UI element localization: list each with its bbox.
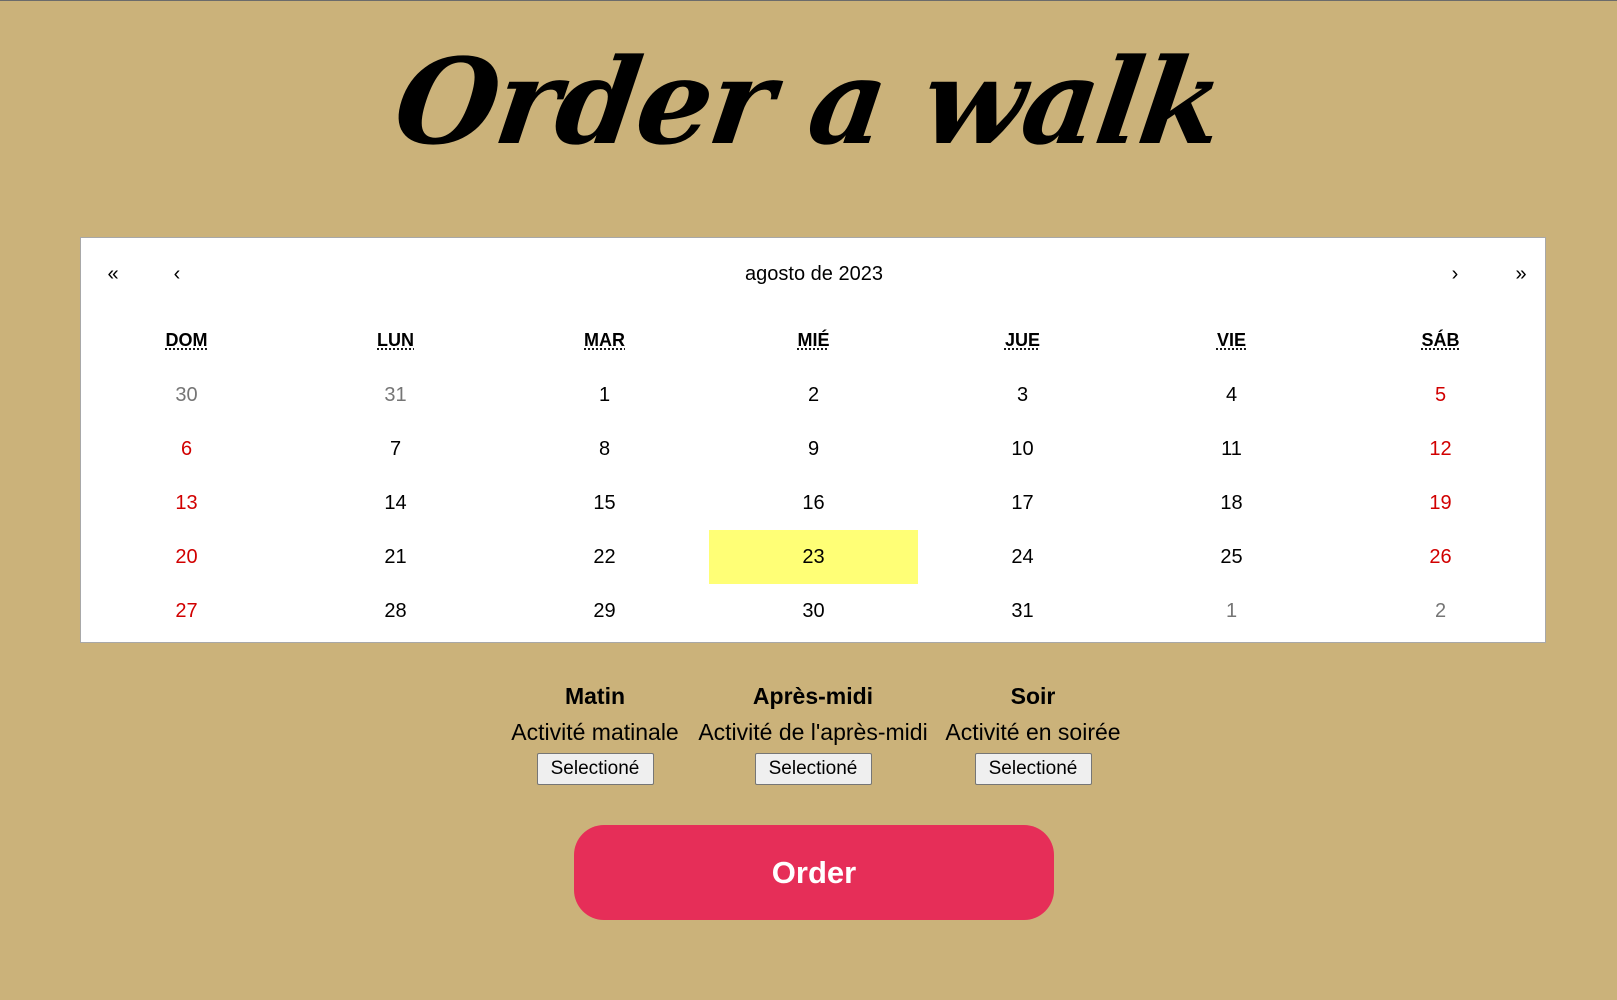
slot-description: Activité matinale <box>511 719 679 745</box>
slot-title: Matin <box>564 683 626 709</box>
calendar-day[interactable]: 24 <box>918 530 1127 584</box>
weekday-label: SÁB <box>1421 330 1460 350</box>
slot-afternoon: Après-midi Activité de l'après-midi Sele… <box>689 679 937 785</box>
calendar-day[interactable]: 6 <box>82 422 291 476</box>
calendar-day[interactable]: 22 <box>500 530 709 584</box>
calendar-day[interactable]: 7 <box>291 422 500 476</box>
weekday-header: MIÉ <box>709 330 918 360</box>
weekday-label: VIE <box>1216 330 1246 350</box>
calendar-day[interactable]: 12 <box>1336 422 1545 476</box>
weekday-header: VIE <box>1127 330 1336 360</box>
calendar-day[interactable]: 3 <box>918 368 1127 422</box>
calendar-day[interactable]: 15 <box>500 476 709 530</box>
calendar-day[interactable]: 27 <box>82 584 291 638</box>
calendar-day[interactable]: 11 <box>1127 422 1336 476</box>
prev-year-button[interactable]: « <box>85 252 141 296</box>
slot-evening: Soir Activité en soirée Selectioné <box>940 679 1126 785</box>
calendar-day[interactable]: 31 <box>918 584 1127 638</box>
weekday-header: MAR <box>500 330 709 360</box>
select-evening-button[interactable]: Selectioné <box>974 753 1092 785</box>
select-afternoon-button[interactable]: Selectioné <box>754 753 872 785</box>
slot-morning: Matin Activité matinale Selectioné <box>506 679 684 785</box>
calendar-day[interactable]: 4 <box>1127 368 1336 422</box>
calendar-month-label[interactable]: agosto de 2023 <box>311 252 1317 296</box>
calendar-day[interactable]: 18 <box>1127 476 1336 530</box>
weekday-label: JUE <box>1004 330 1040 350</box>
calendar-day[interactable]: 16 <box>709 476 918 530</box>
next-year-button[interactable]: » <box>1493 252 1549 296</box>
select-morning-button[interactable]: Selectioné <box>536 753 654 785</box>
calendar-day[interactable]: 2 <box>709 368 918 422</box>
calendar-day[interactable]: 20 <box>82 530 291 584</box>
slot-title: Après-midi <box>752 683 874 709</box>
calendar-day[interactable]: 2 <box>1336 584 1545 638</box>
calendar-day[interactable]: 5 <box>1336 368 1545 422</box>
calendar-navigation: « ‹ agosto de 2023 › » <box>81 252 1545 296</box>
calendar-day[interactable]: 31 <box>291 368 500 422</box>
weekday-header: DOM <box>82 330 291 360</box>
weekday-label: MAR <box>584 330 625 350</box>
weekday-label: LUN <box>377 330 414 350</box>
weekday-header: LUN <box>291 330 500 360</box>
calendar-day[interactable]: 1 <box>1127 584 1336 638</box>
calendar-day[interactable]: 21 <box>291 530 500 584</box>
calendar-day[interactable]: 29 <box>500 584 709 638</box>
calendar-day[interactable]: 10 <box>918 422 1127 476</box>
calendar-day[interactable]: 30 <box>709 584 918 638</box>
calendar-day[interactable]: 14 <box>291 476 500 530</box>
page-title: Order a walk <box>386 32 1231 171</box>
calendar-day[interactable]: 19 <box>1336 476 1545 530</box>
calendar-day[interactable]: 17 <box>918 476 1127 530</box>
calendar-day[interactable]: 25 <box>1127 530 1336 584</box>
slot-description: Activité de l'après-midi <box>698 719 928 745</box>
order-button[interactable]: Order <box>574 825 1054 920</box>
prev-month-button[interactable]: ‹ <box>149 252 205 296</box>
next-month-button[interactable]: › <box>1427 252 1483 296</box>
weekday-header: SÁB <box>1336 330 1545 360</box>
calendar-day[interactable]: 13 <box>82 476 291 530</box>
calendar-day[interactable]: 23 <box>709 530 918 584</box>
calendar-day[interactable]: 28 <box>291 584 500 638</box>
slot-description: Activité en soirée <box>945 719 1121 745</box>
weekday-label: DOM <box>165 330 208 350</box>
calendar-day[interactable]: 30 <box>82 368 291 422</box>
weekday-header: JUE <box>918 330 1127 360</box>
time-slots: Matin Activité matinale Selectioné Après… <box>506 679 1126 799</box>
calendar-day[interactable]: 9 <box>709 422 918 476</box>
calendar-day[interactable]: 26 <box>1336 530 1545 584</box>
weekday-label: MIÉ <box>797 330 830 350</box>
slot-title: Soir <box>1010 683 1056 709</box>
calendar-day[interactable]: 1 <box>500 368 709 422</box>
calendar-day[interactable]: 8 <box>500 422 709 476</box>
calendar: « ‹ agosto de 2023 › » DOM LUN MAR MIÉ JUE VI… <box>80 237 1546 643</box>
